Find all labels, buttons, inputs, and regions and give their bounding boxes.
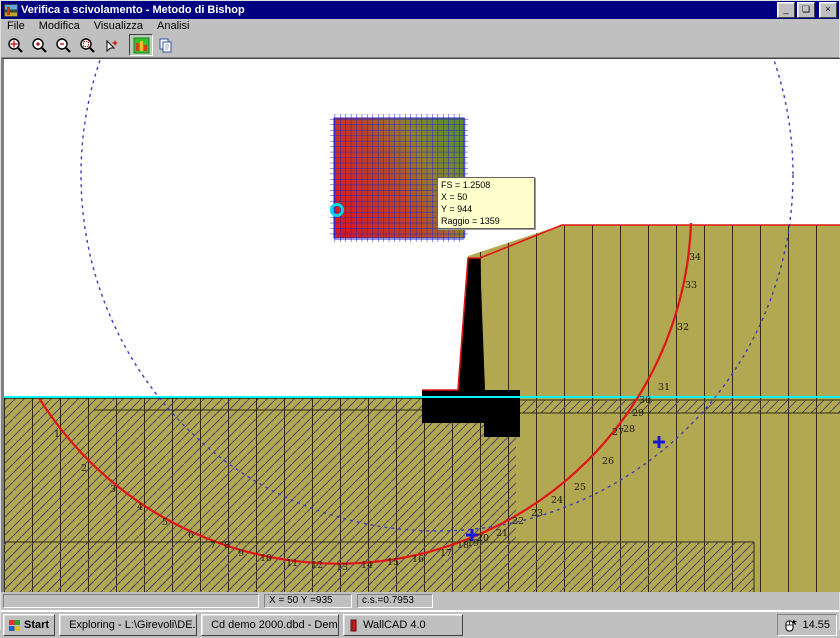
slice-number: 25 <box>574 482 586 493</box>
task-cd-demo-label: Cd demo 2000.dbd - Demo... <box>211 619 339 631</box>
slice-number: 1 <box>54 429 60 440</box>
slice-number: 32 <box>677 322 689 333</box>
backfill-soil <box>468 225 840 592</box>
slice-number: 8 <box>224 540 230 551</box>
slice-number: 17 <box>440 548 452 559</box>
task-cd-demo[interactable]: Cd demo 2000.dbd - Demo... <box>201 614 339 636</box>
title-bar[interactable]: Verifica a scivolamento - Metodo di Bish… <box>1 1 839 19</box>
status-scale: c.s.=0.7953 <box>357 594 433 608</box>
slice-number: 31 <box>658 382 670 393</box>
start-label: Start <box>24 619 49 631</box>
window-title: Verifica a scivolamento - Metodo di Bish… <box>21 4 775 16</box>
slice-number: 6 <box>188 530 194 541</box>
slice-number: 21 <box>496 528 508 539</box>
slice-number: 3 <box>110 484 116 495</box>
slice-number: 4 <box>137 502 143 513</box>
tooltip-x: X = 50 <box>441 191 531 203</box>
fs-map-icon[interactable] <box>129 34 153 56</box>
pan-select-icon[interactable] <box>99 34 123 56</box>
slice-number: 30 <box>639 395 651 406</box>
slice-number: 7 <box>210 540 216 551</box>
drawing-canvas[interactable]: 1234567891011121314151617181920212223242… <box>1 58 840 592</box>
tooltip-y: Y = 944 <box>441 203 531 215</box>
slice-number: 23 <box>531 508 543 519</box>
menu-bar: File Modifica Visualizza Analisi <box>1 19 839 33</box>
task-explorer-label: Exploring - L:\Girevoli\DE... <box>69 619 197 631</box>
close-button[interactable]: × <box>819 2 837 18</box>
slice-number: 11 <box>286 558 298 569</box>
slice-number: 22 <box>512 516 524 527</box>
slice-number: 13 <box>336 562 348 573</box>
menu-modifica[interactable]: Modifica <box>39 20 80 32</box>
slice-number: 9 <box>238 548 244 559</box>
backfill-layer-band <box>516 400 840 413</box>
status-bar: X = 50 Y =935 c.s.=0.7953 <box>1 592 839 610</box>
menu-analisi[interactable]: Analisi <box>157 20 189 32</box>
slice-number: 24 <box>551 495 563 506</box>
deep-soil-layer <box>4 542 754 592</box>
slice-number: 33 <box>685 280 697 291</box>
slice-number: 20 <box>477 533 489 544</box>
zoom-window-icon[interactable] <box>75 34 99 56</box>
status-panel-empty <box>3 594 259 608</box>
menu-visualizza[interactable]: Visualizza <box>94 20 143 32</box>
slice-number: 16 <box>412 554 424 565</box>
tooltip-fs: FS = 1.2508 <box>441 179 531 191</box>
menu-file[interactable]: File <box>7 20 25 32</box>
slice-number: 5 <box>162 517 168 528</box>
task-explorer[interactable]: Exploring - L:\Girevoli\DE... <box>59 614 197 636</box>
application-window: Verifica a scivolamento - Metodo di Bish… <box>0 0 840 630</box>
start-button[interactable]: Start <box>3 614 55 636</box>
zoom-out-icon[interactable] <box>51 34 75 56</box>
taskbar: Start Exploring - L:\Girevoli\DE... Cd d… <box>1 610 839 638</box>
zoom-extents-icon[interactable] <box>3 34 27 56</box>
copy-icon[interactable] <box>153 34 177 56</box>
analysis-scene: 1234567891011121314151617181920212223242… <box>4 59 840 592</box>
toolbar <box>1 33 839 58</box>
slice-number: 29 <box>632 408 644 419</box>
tooltip-raggio: Raggio = 1359 <box>441 215 531 227</box>
slice-number: 15 <box>387 557 399 568</box>
fs-result-tooltip: FS = 1.2508 X = 50 Y = 944 Raggio = 1359 <box>437 177 535 229</box>
slice-number: 34 <box>689 252 701 263</box>
task-wallcad[interactable]: WallCAD 4.0 <box>343 614 463 636</box>
windows-logo-icon <box>9 620 20 631</box>
slice-number: 28 <box>623 424 635 435</box>
zoom-in-icon[interactable] <box>27 34 51 56</box>
system-tray: 14.55 <box>777 614 837 636</box>
slice-number: 12 <box>311 560 323 571</box>
slice-number: 2 <box>81 463 87 474</box>
clock: 14.55 <box>802 619 830 631</box>
app-icon <box>4 4 18 17</box>
slice-number: 14 <box>361 560 373 571</box>
task-wallcad-label: WallCAD 4.0 <box>363 619 426 631</box>
minimize-button[interactable]: _ <box>777 2 795 18</box>
slice-number: 10 <box>260 553 272 564</box>
maximize-button[interactable]: ❏ <box>797 2 815 18</box>
status-coordinates: X = 50 Y =935 <box>264 594 352 608</box>
slice-number: 26 <box>602 456 614 467</box>
